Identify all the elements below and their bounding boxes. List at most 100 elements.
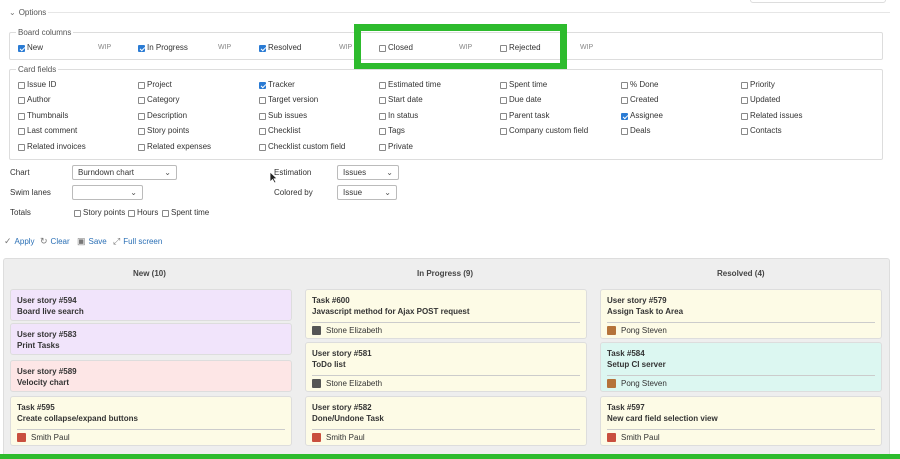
checkbox-description[interactable]: Description <box>138 111 187 121</box>
checkbox-box[interactable] <box>500 96 507 104</box>
checkbox-company-custom-field[interactable]: Company custom field <box>500 126 588 136</box>
clear-button[interactable]: ↻ Clear <box>40 236 70 247</box>
checkbox-box[interactable] <box>621 112 628 120</box>
checkbox-start-date[interactable]: Start date <box>379 95 423 105</box>
fullscreen-button[interactable]: ⤢ Full screen <box>113 236 162 247</box>
checkbox-contacts[interactable]: Contacts <box>741 126 782 136</box>
checkbox-spent-time[interactable]: Spent time <box>162 208 209 218</box>
checkbox-box[interactable] <box>621 127 628 135</box>
checkbox-box[interactable] <box>621 96 628 104</box>
checkbox-done[interactable]: % Done <box>621 80 658 90</box>
checkbox-author[interactable]: Author <box>18 95 51 105</box>
card-assignee[interactable]: Pong Steven <box>607 379 875 388</box>
checkbox-box[interactable] <box>259 96 266 104</box>
checkbox-resolved[interactable]: Resolved <box>259 43 301 53</box>
checkbox-tracker[interactable]: Tracker <box>259 80 295 90</box>
issue-card[interactable]: Task #597 New card field selection view Sm… <box>600 396 882 446</box>
card-assignee[interactable]: Smith Paul <box>17 433 285 442</box>
checkbox-sub-issues[interactable]: Sub issues <box>259 111 307 121</box>
checkbox-box[interactable] <box>259 44 266 52</box>
options-legend[interactable]: ⌄ Options <box>9 8 46 17</box>
checkbox-project[interactable]: Project <box>138 80 172 90</box>
issue-card[interactable]: Task #584 Setup CI server Pong Steven <box>600 342 882 392</box>
issue-card[interactable]: User story #581 ToDo list Stone Elizabeth <box>305 342 587 392</box>
checkbox-in-status[interactable]: In status <box>379 111 418 121</box>
checkbox-box[interactable] <box>138 112 145 120</box>
checkbox-box[interactable] <box>138 127 145 135</box>
checkbox-last-comment[interactable]: Last comment <box>18 126 77 136</box>
checkbox-box[interactable] <box>379 112 386 120</box>
checkbox-checklist[interactable]: Checklist <box>259 126 300 136</box>
checkbox-box[interactable] <box>500 81 507 89</box>
checkbox-box[interactable] <box>138 143 145 151</box>
checkbox-box[interactable] <box>500 127 507 135</box>
checkbox-box[interactable] <box>259 127 266 135</box>
checkbox-box[interactable] <box>128 209 135 217</box>
checkbox-box[interactable] <box>18 127 25 135</box>
checkbox-box[interactable] <box>138 81 145 89</box>
checkbox-created[interactable]: Created <box>621 95 658 105</box>
checkbox-spent-time[interactable]: Spent time <box>500 80 547 90</box>
card-assignee[interactable]: Smith Paul <box>312 433 580 442</box>
issue-card[interactable]: Task #595 Create collapse/expand buttons S… <box>10 396 292 446</box>
checkbox-related-issues[interactable]: Related issues <box>741 111 802 121</box>
checkbox-in-progress[interactable]: In Progress <box>138 43 188 53</box>
checkbox-box[interactable] <box>138 96 145 104</box>
checkbox-box[interactable] <box>741 81 748 89</box>
issue-card[interactable]: User story #594 Board live search <box>10 289 292 321</box>
card-assignee[interactable]: Smith Paul <box>607 433 875 442</box>
swimlanes-select[interactable]: ⌄ <box>72 185 143 200</box>
estimation-select[interactable]: Issues ⌄ <box>337 165 399 180</box>
checkbox-priority[interactable]: Priority <box>741 80 775 90</box>
card-assignee[interactable]: Stone Elizabeth <box>312 326 580 335</box>
checkbox-hours[interactable]: Hours <box>128 208 158 218</box>
apply-button[interactable]: ✓ Apply <box>4 236 35 247</box>
issue-card[interactable]: User story #583 Print Tasks <box>10 323 292 355</box>
checkbox-parent-task[interactable]: Parent task <box>500 111 549 121</box>
checkbox-box[interactable] <box>259 112 266 120</box>
checkbox-thumbnails[interactable]: Thumbnails <box>18 111 68 121</box>
checkbox-box[interactable] <box>74 209 81 217</box>
checkbox-box[interactable] <box>500 112 507 120</box>
checkbox-box[interactable] <box>18 44 25 52</box>
checkbox-checklist-custom-field[interactable]: Checklist custom field <box>259 142 345 152</box>
save-button[interactable]: ▣ Save <box>77 236 107 247</box>
checkbox-new[interactable]: New <box>18 43 43 53</box>
card-assignee[interactable]: Pong Steven <box>607 326 875 335</box>
checkbox-box[interactable] <box>379 127 386 135</box>
checkbox-box[interactable] <box>138 44 145 52</box>
checkbox-box[interactable] <box>379 143 386 151</box>
checkbox-story-points[interactable]: Story points <box>138 126 189 136</box>
checkbox-category[interactable]: Category <box>138 95 179 105</box>
checkbox-deals[interactable]: Deals <box>621 126 650 136</box>
coloredby-select[interactable]: Issue ⌄ <box>337 185 397 200</box>
checkbox-box[interactable] <box>621 81 628 89</box>
checkbox-story-points[interactable]: Story points <box>74 208 125 218</box>
checkbox-target-version[interactable]: Target version <box>259 95 318 105</box>
checkbox-box[interactable] <box>741 112 748 120</box>
issue-card[interactable]: User story #582 Done/Undone Task Smith Pau… <box>305 396 587 446</box>
checkbox-box[interactable] <box>259 143 266 151</box>
checkbox-box[interactable] <box>18 96 25 104</box>
checkbox-box[interactable] <box>259 81 266 89</box>
checkbox-box[interactable] <box>18 112 25 120</box>
checkbox-box[interactable] <box>741 127 748 135</box>
checkbox-updated[interactable]: Updated <box>741 95 780 105</box>
checkbox-assignee[interactable]: Assignee <box>621 111 663 121</box>
checkbox-issue-id[interactable]: Issue ID <box>18 80 56 90</box>
checkbox-box[interactable] <box>18 143 25 151</box>
chart-select[interactable]: Burndown chart ⌄ <box>72 165 177 180</box>
issue-card[interactable]: User story #579 Assign Task to Area Pong S… <box>600 289 882 339</box>
checkbox-tags[interactable]: Tags <box>379 126 405 136</box>
issue-card[interactable]: User story #589 Velocity chart <box>10 360 292 392</box>
checkbox-box[interactable] <box>162 209 169 217</box>
issue-card[interactable]: Task #600 Javascript method for Ajax POST… <box>305 289 587 339</box>
checkbox-due-date[interactable]: Due date <box>500 95 541 105</box>
checkbox-related-invoices[interactable]: Related invoices <box>18 142 86 152</box>
checkbox-estimated-time[interactable]: Estimated time <box>379 80 441 90</box>
checkbox-box[interactable] <box>741 96 748 104</box>
checkbox-box[interactable] <box>379 96 386 104</box>
checkbox-box[interactable] <box>379 81 386 89</box>
checkbox-box[interactable] <box>18 81 25 89</box>
card-assignee[interactable]: Stone Elizabeth <box>312 379 580 388</box>
